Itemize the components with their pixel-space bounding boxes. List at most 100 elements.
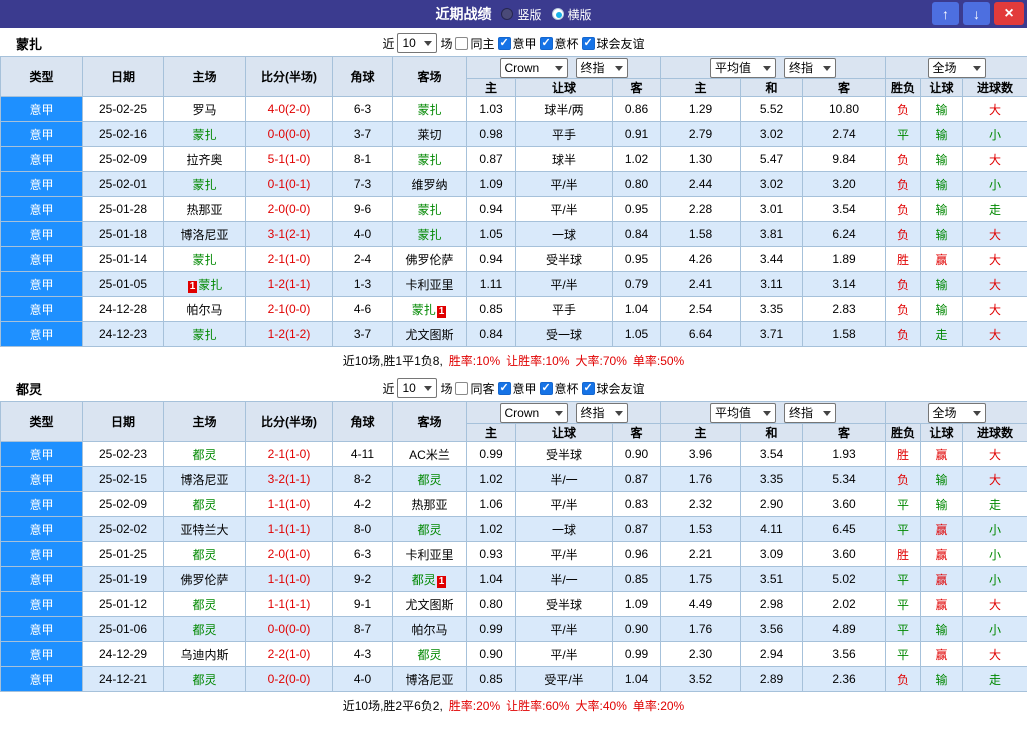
cell-ah-line: 平/半 (515, 196, 613, 222)
cell-eu-home-odds: 2.21 (660, 541, 741, 567)
scope-select[interactable]: 全场 (927, 402, 986, 423)
cell-eu-draw-odds: 3.35 (740, 296, 803, 322)
checkbox-icon[interactable] (539, 36, 553, 50)
cell-ah-away-odds: 0.95 (612, 196, 661, 222)
cell-ah-away-odds: 1.04 (612, 666, 661, 692)
team-name: 蒙扎 (192, 177, 217, 192)
cell-home-team: 热那亚 (163, 196, 246, 222)
checkbox-icon[interactable] (455, 381, 469, 395)
bookmaker-select[interactable]: Crown (499, 57, 568, 78)
recent-count-select[interactable]: 10 (397, 378, 438, 398)
team-name: 都灵 (417, 472, 442, 487)
cell-ah-line: 半/一 (515, 466, 613, 492)
asian-stage-select[interactable]: 终指 (575, 402, 628, 423)
scroll-down-button[interactable]: ↓ (963, 2, 990, 25)
layout-radio-horizontal[interactable]: 横版 (551, 6, 592, 23)
close-button[interactable]: × (994, 2, 1024, 25)
euro-stage-select[interactable]: 终指 (784, 402, 836, 423)
team-name: 莱切 (417, 127, 442, 142)
checkbox-icon[interactable] (539, 381, 553, 395)
scope-select[interactable]: 全场 (927, 57, 986, 78)
cell-handicap-result: 输 (920, 171, 964, 197)
league-checkbox-seriea[interactable]: 意甲 (497, 380, 537, 397)
cell-home-team: 都灵 (163, 441, 246, 467)
section-filter-bar: 蒙扎 近 10 场 同主 意甲 意杯 球会友 (0, 30, 1027, 56)
cell-eu-away-odds: 3.60 (801, 541, 887, 567)
cell-handicap-result: 输 (920, 296, 964, 322)
cell-away-team: 尤文图斯 (392, 591, 467, 617)
cell-ah-line: 平手 (515, 296, 613, 322)
summary-record: 近10场,胜1平1负8, (342, 353, 443, 368)
cell-league: 意甲 (0, 271, 83, 297)
section-summary: 近10场,胜1平1负8, 胜率:10% 让胜率:10% 大率:70% 单率:50… (0, 347, 1027, 373)
cell-away-team: 佛罗伦萨 (392, 246, 467, 272)
scroll-up-button[interactable]: ↑ (932, 2, 959, 25)
team-name: 帕尔马 (411, 622, 448, 637)
radio-icon[interactable] (551, 8, 564, 20)
cell-corners: 4-0 (332, 221, 393, 247)
cell-league: 意甲 (0, 171, 83, 197)
bookmaker-select[interactable]: Crown (499, 402, 568, 423)
cell-date: 24-12-29 (82, 641, 164, 667)
col-header-eu-home: 主 (660, 78, 741, 97)
cell-eu-draw-odds: 3.09 (740, 541, 803, 567)
league-checkbox-friendly[interactable]: 球会友谊 (581, 35, 645, 52)
team-name: 都灵 (417, 647, 442, 662)
cell-eu-home-odds: 1.76 (660, 466, 741, 492)
euro-stage-select[interactable]: 终指 (784, 57, 836, 78)
league-checkbox-seriea[interactable]: 意甲 (497, 35, 537, 52)
team-section-torino: 都灵 近 10 场 同客 意甲 意杯 球会友 (0, 375, 1027, 718)
cell-result: 平 (885, 616, 922, 642)
cell-ah-away-odds: 0.84 (612, 221, 661, 247)
layout-radio-vertical[interactable]: 竖版 (501, 6, 542, 23)
cell-ah-home-odds: 0.84 (466, 321, 516, 347)
radio-icon[interactable] (501, 8, 514, 20)
cell-corners: 4-2 (332, 491, 393, 517)
cell-away-team: 蒙扎 (392, 96, 467, 122)
cell-ah-away-odds: 0.95 (612, 246, 661, 272)
cell-eu-away-odds: 1.93 (801, 441, 887, 467)
euro-average-select[interactable]: 平均值 (710, 57, 776, 78)
checkbox-icon[interactable] (581, 36, 595, 50)
league-checkbox-cup[interactable]: 意杯 (539, 380, 579, 397)
cell-league: 意甲 (0, 246, 83, 272)
checkbox-icon[interactable] (581, 381, 595, 395)
recent-count-select[interactable]: 10 (397, 33, 438, 53)
cell-ah-home-odds: 1.03 (466, 96, 516, 122)
match-row: 意甲 25-02-25 罗马 4-0(2-0) 6-3 蒙扎 1.03 球半/两 0.86 1.2… (0, 96, 1027, 122)
cell-eu-draw-odds: 2.94 (740, 641, 803, 667)
euro-average-select[interactable]: 平均值 (710, 402, 776, 423)
league-checkbox-cup[interactable]: 意杯 (539, 35, 579, 52)
cell-eu-away-odds: 6.24 (801, 221, 887, 247)
cell-league: 意甲 (0, 666, 83, 692)
col-header-ah-home: 主 (466, 423, 516, 442)
cell-date: 25-02-09 (82, 491, 164, 517)
cell-home-team: 帕尔马 (163, 296, 246, 322)
cell-league: 意甲 (0, 641, 83, 667)
cell-corners: 4-0 (332, 666, 393, 692)
cell-ah-away-odds: 0.87 (612, 516, 661, 542)
same-venue-checkbox[interactable]: 同主 (455, 35, 495, 52)
cell-eu-draw-odds: 2.98 (740, 591, 803, 617)
team-name: 蒙扎 (417, 152, 442, 167)
asian-stage-select[interactable]: 终指 (575, 57, 628, 78)
summary-odd-rate: 单率:50% (632, 353, 685, 368)
cell-goals-result: 大 (962, 466, 1027, 492)
cell-ah-home-odds: 0.90 (466, 641, 516, 667)
cell-away-team: 卡利亚里 (392, 271, 467, 297)
league-checkbox-friendly[interactable]: 球会友谊 (581, 380, 645, 397)
cell-league: 意甲 (0, 121, 83, 147)
checkbox-icon[interactable] (497, 36, 511, 50)
checkbox-icon[interactable] (497, 381, 511, 395)
cell-result: 胜 (885, 246, 922, 272)
cell-eu-draw-odds: 3.54 (740, 441, 803, 467)
match-row: 意甲 25-02-15 博洛尼亚 3-2(1-1) 8-2 都灵 1.02 半/一 0.87 1.… (0, 466, 1027, 492)
near-label: 近 (382, 36, 395, 51)
same-venue-checkbox[interactable]: 同客 (455, 380, 495, 397)
cell-score: 5-1(1-0) (245, 146, 333, 172)
match-row: 意甲 25-01-06 都灵 0-0(0-0) 8-7 帕尔马 0.99 平/半 0.90 1.7… (0, 616, 1027, 642)
checkbox-icon[interactable] (455, 36, 469, 50)
cell-eu-home-odds: 3.52 (660, 666, 741, 692)
cell-date: 25-02-02 (82, 516, 164, 542)
match-row: 意甲 25-01-12 都灵 1-1(1-1) 9-1 尤文图斯 0.80 受半球 1.09 4.… (0, 591, 1027, 617)
